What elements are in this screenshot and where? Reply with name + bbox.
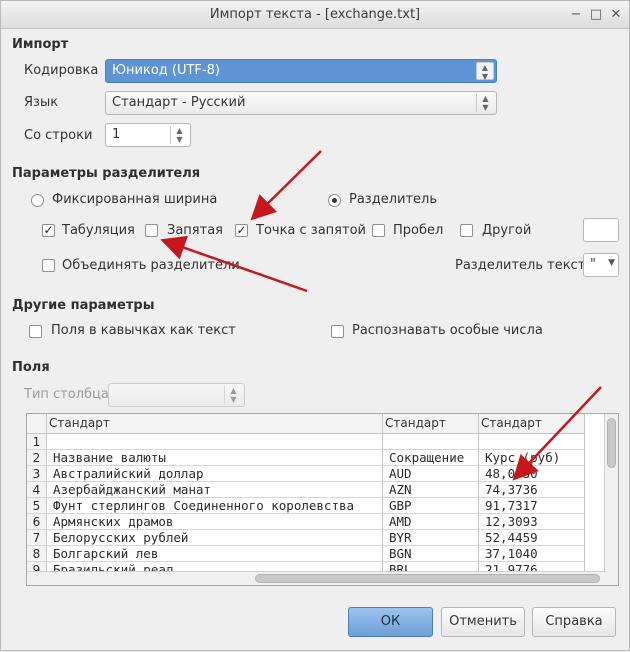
cancel-button[interactable]: Отменить (441, 607, 525, 637)
space-label[interactable]: Пробел (393, 223, 443, 238)
column-header-2[interactable]: Стандарт (383, 414, 479, 434)
grid-cell: Фунт стерлингов Соединенного королевства (47, 498, 383, 514)
help-button[interactable]: Справка (532, 607, 616, 637)
grid-cell: Болгарский лев (47, 546, 383, 562)
section-separator: Параметры разделителя (12, 166, 201, 181)
column-type-label: Тип столбца (24, 387, 109, 402)
title-bar[interactable]: Импорт текста - [exchange.txt] − □ ✕ (1, 1, 629, 29)
fixed-width-label[interactable]: Фиксированная ширина (52, 192, 217, 207)
grid-cell: GBP (383, 498, 479, 514)
from-row-stepper[interactable]: 1 ▲ ▼ (105, 123, 191, 147)
semicolon-checkbox[interactable]: ✓ (235, 224, 248, 237)
separated-label[interactable]: Разделитель (349, 192, 437, 207)
row-number[interactable]: 4 (27, 482, 47, 498)
vertical-scrollbar[interactable] (604, 414, 618, 585)
other-separator-input[interactable] (583, 218, 619, 242)
grid-cell: Белорусских рублей (47, 530, 383, 546)
grid-cell: 12,3093 (479, 514, 585, 530)
window-title: Импорт текста - [exchange.txt] (209, 7, 421, 22)
preview-grid[interactable]: Стандарт Стандарт Стандарт 1 2 Название ва… (26, 413, 619, 586)
arrow-to-semicolon (250, 150, 322, 221)
other-label[interactable]: Другой (482, 223, 531, 238)
grid-cell: 74,3736 (479, 482, 585, 498)
row-number[interactable]: 7 (27, 530, 47, 546)
scroll-thumb[interactable] (255, 574, 600, 583)
grid-cell: 91,7317 (479, 498, 585, 514)
encoding-value: Юникод (UTF-8) (112, 63, 220, 78)
text-delimiter-value: " (590, 257, 596, 272)
grid-cell: Армянских драмов (47, 514, 383, 530)
grid-cell: 37,1040 (479, 546, 585, 562)
text-delimiter-label: Разделитель текста (455, 258, 594, 273)
corner-header (27, 414, 47, 434)
grid-cell: AZN (383, 482, 479, 498)
detect-special-checkbox[interactable] (331, 325, 344, 338)
maximize-icon[interactable]: □ (587, 6, 605, 24)
from-row-label: Со строки (24, 128, 93, 143)
other-checkbox[interactable] (460, 224, 473, 237)
separated-radio[interactable] (328, 194, 341, 207)
grid-cell: AMD (383, 514, 479, 530)
fixed-width-radio[interactable] (31, 194, 44, 207)
encoding-label: Кодировка (24, 63, 99, 78)
scroll-thumb[interactable] (607, 418, 616, 468)
text-delimiter-select[interactable]: " ▼ (583, 253, 619, 277)
grid-cell (383, 434, 479, 450)
section-other-options: Другие параметры (12, 298, 155, 313)
grid-cell: Название валюты (47, 450, 383, 466)
column-type-select[interactable]: ▲ ▼ (108, 383, 245, 407)
language-label: Язык (24, 95, 59, 110)
merge-checkbox[interactable] (42, 259, 55, 272)
row-number[interactable]: 8 (27, 546, 47, 562)
row-number[interactable]: 3 (27, 466, 47, 482)
grid-cell (47, 434, 383, 450)
tab-label[interactable]: Табуляция (62, 223, 135, 238)
comma-checkbox[interactable] (145, 224, 158, 237)
row-number[interactable]: 2 (27, 450, 47, 466)
spin-arrows-icon[interactable]: ▲ ▼ (476, 62, 494, 81)
minimize-icon[interactable]: − (567, 6, 585, 24)
stepper-arrows-icon[interactable]: ▲ ▼ (170, 126, 188, 144)
spin-arrows-icon[interactable]: ▲ ▼ (224, 386, 242, 404)
grid-cell: Сокращение (383, 450, 479, 466)
quoted-as-text-label[interactable]: Поля в кавычках как текст (51, 323, 236, 338)
grid-cell: 52,4459 (479, 530, 585, 546)
space-checkbox[interactable] (372, 224, 385, 237)
column-header-3[interactable]: Стандарт (479, 414, 585, 434)
horizontal-scrollbar[interactable] (27, 571, 606, 585)
import-text-dialog: Импорт текста - [exchange.txt] − □ ✕ Имп… (0, 0, 630, 651)
grid-cell: BGN (383, 546, 479, 562)
encoding-select[interactable]: Юникод (UTF-8) ▲ ▼ (105, 59, 497, 83)
detect-special-label[interactable]: Распознавать особые числа (352, 323, 543, 338)
grid-cell: 48,0530 (479, 466, 585, 482)
grid-cell: Австралийский доллар (47, 466, 383, 482)
dropdown-arrow-icon[interactable]: ▼ (608, 258, 615, 268)
language-value: Стандарт - Русский (112, 95, 246, 110)
semicolon-label[interactable]: Точка с запятой (256, 223, 366, 238)
language-select[interactable]: Стандарт - Русский ▲ ▼ (105, 91, 497, 115)
spin-arrows-icon[interactable]: ▲ ▼ (476, 94, 494, 112)
grid-cell: AUD (383, 466, 479, 482)
row-number[interactable]: 1 (27, 434, 47, 450)
grid-cell: Азербайджанский манат (47, 482, 383, 498)
row-number[interactable]: 5 (27, 498, 47, 514)
section-fields: Поля (12, 360, 50, 375)
quoted-as-text-checkbox[interactable] (29, 325, 42, 338)
merge-label[interactable]: Объединять разделители (62, 258, 240, 273)
grid-cell: Курс (руб) (479, 450, 585, 466)
grid-cell: BYR (383, 530, 479, 546)
from-row-value[interactable]: 1 (112, 127, 120, 142)
column-header-1[interactable]: Стандарт (47, 414, 383, 434)
section-import: Импорт (12, 37, 69, 52)
comma-label[interactable]: Запятая (167, 223, 223, 238)
close-icon[interactable]: ✕ (607, 6, 625, 24)
row-number[interactable]: 6 (27, 514, 47, 530)
grid-cell (479, 434, 585, 450)
tab-checkbox[interactable]: ✓ (42, 224, 55, 237)
ok-button[interactable]: ОК (348, 607, 433, 637)
